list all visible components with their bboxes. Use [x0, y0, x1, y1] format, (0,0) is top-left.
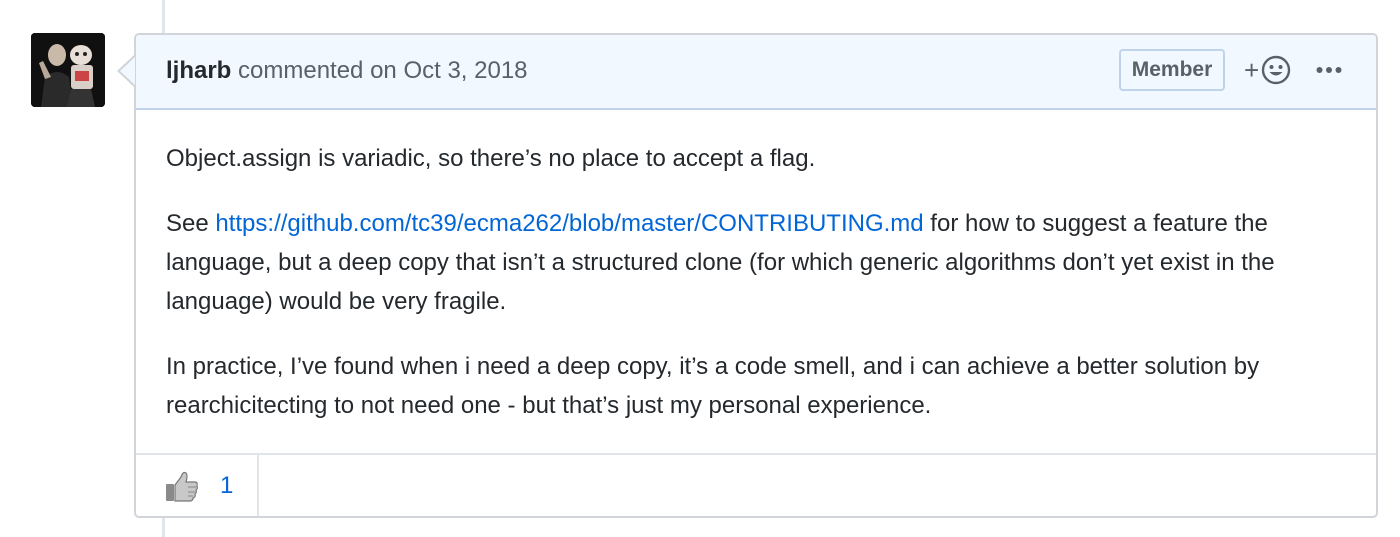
smiley-icon	[1261, 55, 1291, 85]
comment-paragraph: In practice, I’ve found when i need a de…	[166, 353, 1260, 419]
reaction-count: 1	[220, 471, 234, 499]
comment-caret-inner	[120, 57, 135, 85]
author-link[interactable]: ljharb	[166, 57, 231, 84]
paragraph-text: See	[166, 210, 216, 237]
contributing-link[interactable]: https://github.com/tc39/ecma262/blob/mas…	[215, 210, 923, 237]
comment-date-link[interactable]: Oct 3, 2018	[403, 57, 527, 84]
comment-box: ljharb commented on Oct 3, 2018 Member +…	[134, 33, 1378, 518]
comment-paragraph: See https://github.com/tc39/ecma262/blob…	[166, 204, 1336, 321]
member-badge: Member	[1119, 49, 1225, 91]
avatar[interactable]	[31, 33, 105, 107]
comment-header: ljharb commented on Oct 3, 2018 Member +	[136, 35, 1376, 110]
comment-paragraph: Object.assign is variadic, so there’s no…	[166, 145, 816, 172]
comment-action: commented on	[238, 57, 397, 84]
more-options-button[interactable]	[1313, 53, 1345, 87]
add-reaction-plus: +	[1244, 54, 1260, 85]
thumbs-up-icon	[166, 471, 198, 502]
reaction-thumbs-up-button[interactable]: 1	[136, 455, 259, 516]
add-reaction-button[interactable]: +	[1244, 53, 1300, 87]
kebab-horizontal-icon	[1316, 67, 1342, 73]
reactions-bar: 1	[136, 453, 1376, 516]
comment-header-text: ljharb commented on Oct 3, 2018	[166, 57, 528, 85]
avatar-image	[31, 33, 105, 107]
comment-body: Object.assign is variadic, so there’s no…	[166, 139, 1336, 451]
